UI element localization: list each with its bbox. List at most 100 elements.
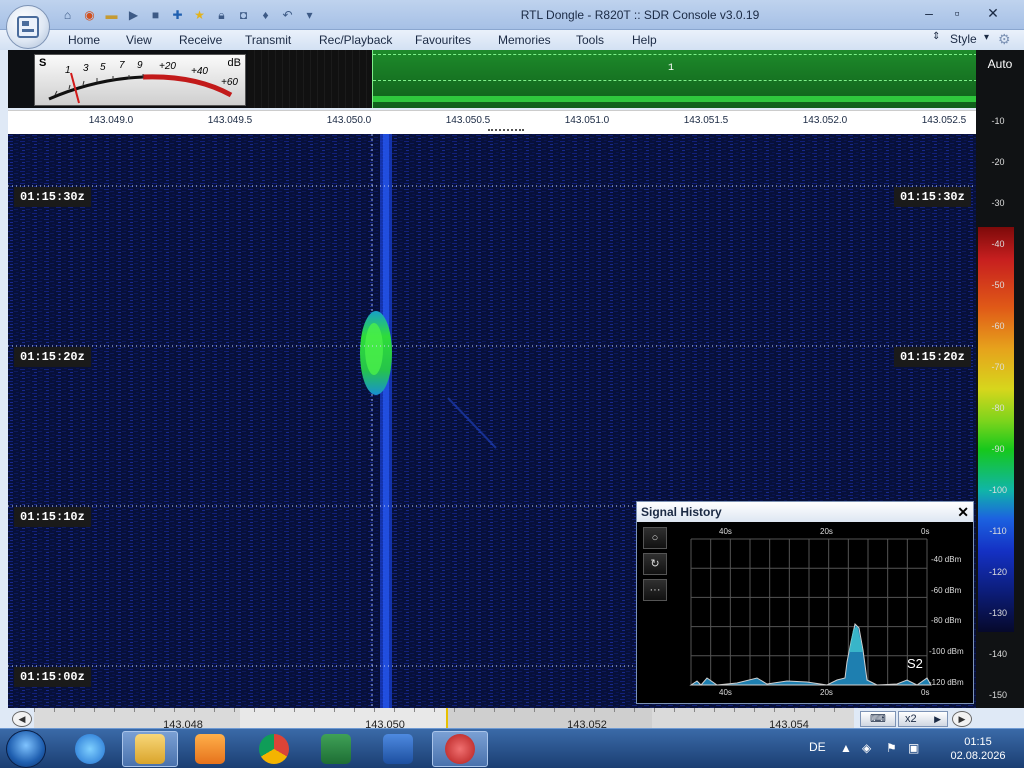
folder-icon [135,734,165,764]
color-scale-label: -40 [991,239,1005,249]
overview-frequency-scale[interactable] [34,708,854,728]
band-display[interactable] [372,50,977,108]
frequency-scale[interactable]: 143.049.0 143.049.5 143.050.0 143.050.5 … [8,110,976,128]
menu-receive[interactable]: Receive [179,33,222,47]
time-label: 01:15:20z [894,347,971,367]
tray-app-icon[interactable]: ◈ [862,741,871,755]
auto-button[interactable]: Auto [976,50,1024,78]
mini-spectrum [248,50,372,108]
s-reading: S2 [907,656,923,671]
taskbar-sdr-console[interactable] [432,731,488,767]
play-icon[interactable]: ▶ [124,6,143,24]
time-axis-label: 40s [719,527,732,536]
taskbar-media-player[interactable] [182,731,238,767]
color-scale-label: -130 [988,608,1007,618]
zoom-dropdown[interactable]: x2 ▶ [898,711,948,727]
reset-button[interactable]: ↻ [643,553,667,575]
minimize-icon[interactable]: – [918,3,940,23]
application-menu-button[interactable] [6,5,50,49]
sdr-console-window: ⌂ ◉ ▬ ▶ ■ ✚ ★ 🔒︎ ◘ ♦ ↶ ▾ RTL Dongle - R8… [0,0,1024,731]
show-hidden-icons-icon[interactable]: ▲ [840,741,852,755]
time-axis-label: 20s [820,688,833,697]
keyboard-button[interactable]: ⌨ [860,711,896,727]
chrome-icon [259,734,289,764]
freq-label: 143.050.5 [445,115,491,126]
network-icon[interactable]: ▣ [908,741,919,755]
time-label: 01:15:10z [14,507,91,527]
scroll-right-button[interactable]: ▶ [952,711,972,727]
menu-memories[interactable]: Memories [498,33,551,47]
window-title: RTL Dongle - R820T :: SDR Console v3.0.1… [520,8,760,22]
s-meter-db-label: dB [227,57,241,69]
taskbar-internet-explorer[interactable] [62,731,118,767]
dbm-axis-label: -40 dBm [931,555,962,564]
color-scale-label: -90 [991,444,1005,454]
taskbar-chrome[interactable] [246,731,302,767]
excel-icon [321,734,351,764]
word-icon [383,734,413,764]
style-dropdown[interactable]: ⇕ Style ▾ ⚙ [930,31,1020,49]
taskbar-word[interactable] [370,731,426,767]
stop-icon[interactable]: ■ [146,6,165,24]
menu-tools[interactable]: Tools [576,33,604,47]
band-marker-label: 1 [668,63,675,74]
undo-icon[interactable]: ↶ [278,6,297,24]
s-meter: S dB 1 3 5 7 9 +20 +40 +60 [34,54,246,106]
menu-rec-playback[interactable]: Rec/Playback [319,33,392,47]
taskbar-excel[interactable] [308,731,364,767]
s-meter-tick-5: 5 [100,62,106,73]
record-toggle-button[interactable]: ○ [643,527,667,549]
s-meter-s-label: S [39,57,47,69]
time-label: 01:15:30z [894,187,971,207]
title-bar: ⌂ ◉ ▬ ▶ ■ ✚ ★ 🔒︎ ◘ ♦ ↶ ▾ RTL Dongle - R8… [0,0,1024,30]
dbm-axis-label: -100 dBm [929,647,964,656]
color-scale-label: -120 [988,567,1007,577]
dropdown-arrow-icon[interactable]: ▾ [300,6,319,24]
color-scale-label: -10 [991,116,1005,126]
folder-icon[interactable]: ▬ [102,6,121,24]
color-scale-label: -30 [991,198,1005,208]
color-scale-label: -110 [989,526,1007,536]
s-meter-tick-9: 9 [137,60,143,71]
color-scale-label: -80 [991,403,1005,413]
tray-flag-icon[interactable]: ⚑ [886,741,897,755]
internet-explorer-icon [75,734,105,764]
dbm-axis-label: -60 dBm [931,586,962,595]
menu-view[interactable]: View [126,33,152,47]
taskbar-clock[interactable]: 01:15 02.08.2026 [940,735,1016,763]
drop-icon[interactable]: ♦ [256,6,275,24]
menu-home[interactable]: Home [68,33,100,47]
more-options-button[interactable]: ··· [643,579,667,601]
language-indicator[interactable]: DE [809,740,826,754]
menu-help[interactable]: Help [632,33,657,47]
time-label: 01:15:20z [14,347,91,367]
color-scale-label: -60 [991,321,1005,331]
color-scale-label: -20 [991,157,1005,167]
clock-time: 01:15 [964,736,992,748]
s-meter-tick-1: 1 [65,65,71,76]
gear-icon[interactable]: ⚙ [998,31,1011,48]
menu-favourites[interactable]: Favourites [415,33,471,47]
home-icon[interactable]: ⌂ [58,6,77,24]
close-icon[interactable]: ✕ [982,3,1004,23]
time-axis-label: 40s [719,688,732,697]
star-icon[interactable]: ★ [190,6,209,24]
time-axis-label: 0s [921,527,930,536]
scroll-left-button[interactable]: ◀ [12,711,32,727]
color-scale-label: -70 [991,362,1005,372]
menu-transmit[interactable]: Transmit [245,33,291,47]
plus-icon[interactable]: ✚ [168,6,187,24]
lifebuoy-icon[interactable]: ◉ [80,6,99,24]
color-scale-label: -150 [988,690,1007,700]
keyboard-icon: ⌨ [870,713,886,725]
quick-access-toolbar: ⌂ ◉ ▬ ▶ ■ ✚ ★ 🔒︎ ◘ ♦ ↶ ▾ [58,6,319,24]
lock-icon[interactable]: 🔒︎ [212,6,231,24]
time-axis-label: 0s [921,688,930,697]
freq-label: 143.052.0 [802,115,848,126]
media-player-icon [195,734,225,764]
start-button[interactable] [6,730,46,768]
sdr-console-icon [445,734,475,764]
camera-icon[interactable]: ◘ [234,6,253,24]
taskbar-explorer[interactable] [122,731,178,767]
maximize-icon[interactable]: ▫ [946,3,968,23]
